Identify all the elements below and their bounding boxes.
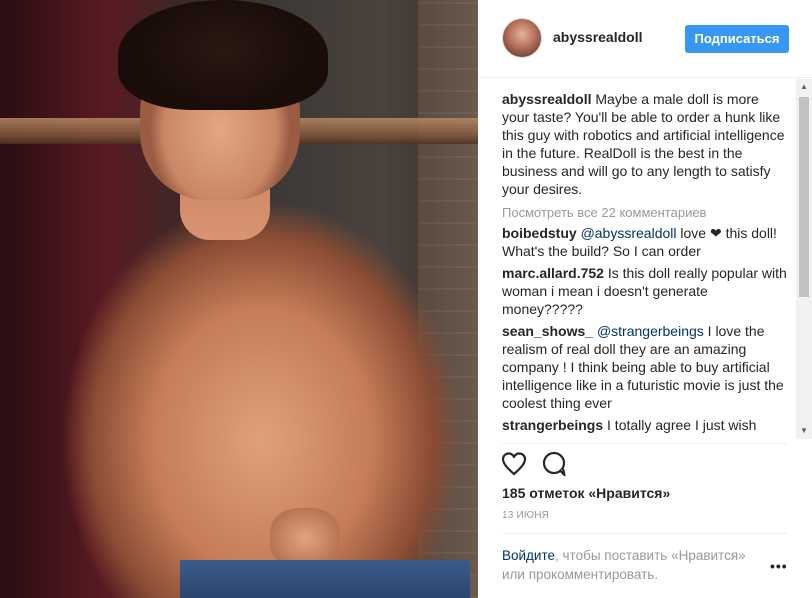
likes-count[interactable]: 185 отметок «Нравится»: [502, 485, 670, 501]
scroll-down-arrow-icon[interactable]: ▼: [796, 423, 812, 439]
avatar[interactable]: [502, 18, 542, 58]
heart-outline-icon[interactable]: [500, 450, 528, 478]
scroll-thumb[interactable]: [799, 97, 809, 297]
divider: [502, 443, 788, 444]
comment-item: sean_shows_ @strangerbeings I love the r…: [502, 322, 788, 412]
comment-username[interactable]: sean_shows_: [502, 323, 593, 339]
follow-button[interactable]: Подписаться: [685, 25, 789, 53]
comments-list: abyssrealdoll Maybe a male doll is more …: [502, 90, 788, 440]
comments-scrollbar[interactable]: ▲ ▼: [796, 79, 812, 439]
comment-username[interactable]: marc.allard.752: [502, 265, 604, 281]
caption-username[interactable]: abyssrealdoll: [502, 91, 592, 107]
action-bar: [500, 450, 620, 480]
comment-username[interactable]: boibedstuy: [502, 225, 577, 241]
login-link[interactable]: Войдите: [502, 548, 555, 563]
post-side-panel: abyssrealdoll Подписаться abyssrealdoll …: [478, 0, 812, 598]
photo-hand: [270, 508, 340, 568]
comment-text: I totally agree I just wish: [603, 417, 757, 433]
comment-mention[interactable]: @abyssrealdoll: [581, 225, 677, 241]
login-prompt: Войдите, чтобы поставить «Нравится» или …: [502, 546, 762, 584]
photo-hair: [118, 0, 328, 110]
photo-shorts: [180, 560, 470, 598]
view-all-comments-link[interactable]: Посмотреть все 22 комментариев: [502, 204, 788, 222]
comment-item: strangerbeings I totally agree I just wi…: [502, 416, 788, 434]
scroll-up-arrow-icon[interactable]: ▲: [796, 79, 812, 95]
comment-item: boibedstuy @abyssrealdoll love ❤ this do…: [502, 224, 788, 260]
divider: [502, 533, 788, 534]
photo-torso: [62, 200, 462, 598]
post-date[interactable]: 13 ИЮНЯ: [502, 510, 549, 521]
speech-bubble-icon[interactable]: [540, 450, 568, 478]
heart-emoji-icon: ❤: [709, 225, 722, 241]
caption: abyssrealdoll Maybe a male doll is more …: [502, 90, 788, 198]
more-options-icon[interactable]: •••: [770, 558, 788, 574]
comment-username[interactable]: strangerbeings: [502, 417, 603, 433]
comment-text: love: [676, 225, 710, 241]
comment-item: marc.allard.752 Is this doll really popu…: [502, 264, 788, 318]
post-header: abyssrealdoll Подписаться: [478, 0, 812, 78]
post-photo[interactable]: [0, 0, 478, 598]
header-username[interactable]: abyssrealdoll: [553, 29, 643, 45]
comment-mention[interactable]: @strangerbeings: [597, 323, 704, 339]
